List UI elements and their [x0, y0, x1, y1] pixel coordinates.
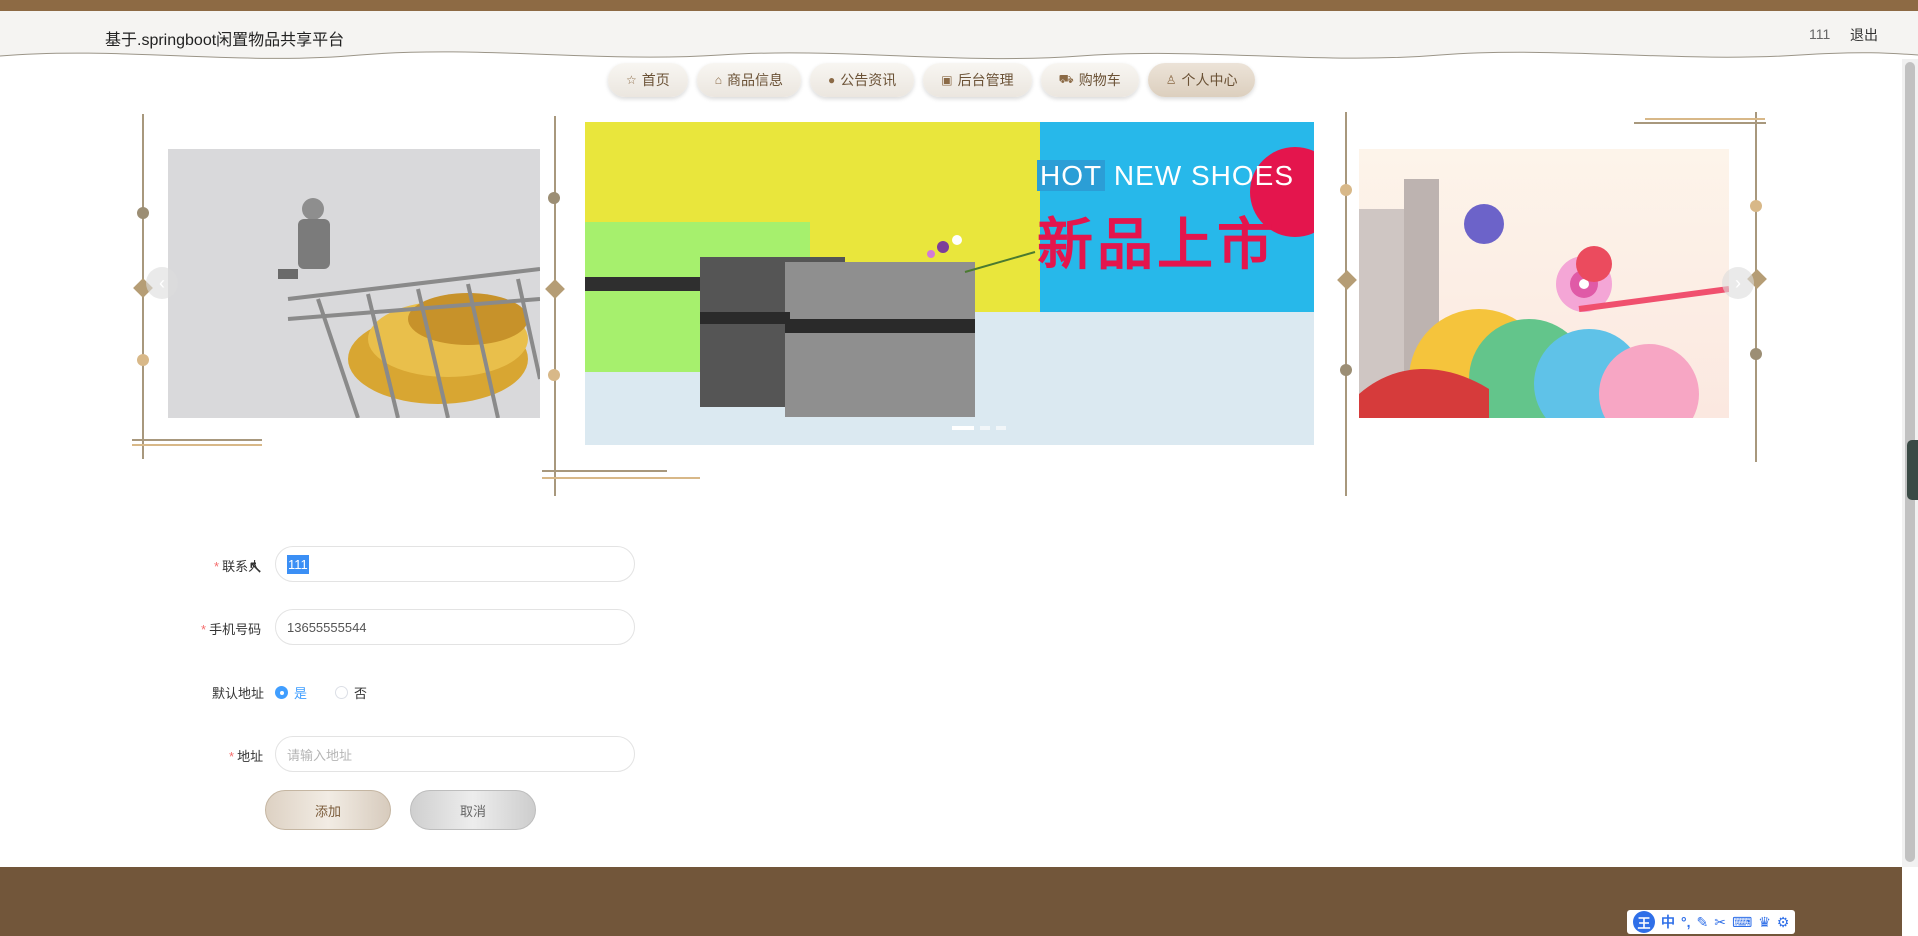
header-username: 111	[1809, 26, 1831, 42]
carousel-prev-button[interactable]: ‹	[146, 267, 178, 299]
nav-item-admin[interactable]: ▣ 后台管理	[923, 63, 1032, 97]
balloons-city-illustration	[1359, 179, 1729, 418]
frame-line	[132, 444, 262, 446]
main-nav: ☆ 首页 ⌂ 商品信息 ● 公告资讯 ▣ 后台管理 ⛟ 购物车 ♙ 个人中心	[608, 63, 1256, 97]
nav-item-news[interactable]: ● 公告资讯	[810, 63, 915, 97]
frame-line	[554, 116, 556, 496]
bag-icon: ⌂	[714, 73, 723, 87]
nav-item-label: 首页	[641, 72, 670, 88]
radio-checked-icon	[275, 686, 288, 699]
frame-dot	[137, 354, 149, 366]
radio-no-label: 否	[354, 686, 368, 701]
default-address-label: 默认地址	[212, 686, 265, 701]
address-placeholder: 请输入地址	[287, 747, 353, 763]
frame-line	[1634, 122, 1766, 124]
nav-item-home[interactable]: ☆ 首页	[608, 63, 688, 97]
carousel-indicator[interactable]	[980, 426, 990, 430]
radio-unchecked-icon	[335, 686, 348, 699]
slide-image-coins-cart[interactable]	[168, 149, 540, 418]
frame-dot	[137, 207, 149, 219]
top-stripe	[0, 0, 1918, 11]
banner-carousel: HOT NEW SHOES 新品上市 ‹ ›	[0, 108, 1918, 498]
mouse-cursor-icon: ↖	[248, 557, 264, 577]
ime-logo-icon[interactable]: 王	[1633, 911, 1655, 933]
carousel-indicator[interactable]	[996, 426, 1006, 430]
frame-dot	[548, 369, 560, 381]
address-label: * 地址	[229, 746, 263, 765]
chevron-right-icon: ›	[1735, 272, 1741, 293]
footer	[0, 867, 1902, 936]
keyboard-icon[interactable]: ⌨	[1732, 914, 1752, 931]
required-mark: *	[229, 749, 235, 764]
frame-dot	[1340, 364, 1352, 376]
add-button[interactable]: 添加	[265, 790, 391, 830]
punctuation-icon[interactable]: °,	[1681, 914, 1691, 930]
address-label-text: 地址	[237, 749, 264, 764]
frame-line	[1645, 118, 1765, 120]
contact-input[interactable]: 111	[275, 546, 635, 582]
nav-item-products[interactable]: ⌂ 商品信息	[696, 63, 802, 97]
info-icon: ●	[828, 73, 836, 87]
star-icon: ☆	[626, 73, 637, 87]
promo-shoes-text: NEW SHOES	[1113, 160, 1295, 191]
scissors-icon[interactable]: ✂	[1714, 914, 1726, 931]
nav-item-label: 商品信息	[727, 72, 784, 88]
phone-label-text: 手机号码	[209, 622, 262, 637]
phone-label: * 手机号码	[201, 619, 261, 638]
frame-line	[542, 477, 700, 479]
frame-line	[542, 470, 667, 472]
nav-item-cart[interactable]: ⛟ 购物车	[1040, 63, 1139, 97]
nav-item-label: 公告资讯	[840, 72, 897, 88]
nav-item-label: 个人中心	[1181, 72, 1238, 88]
phone-input[interactable]: 13655555544	[275, 609, 635, 645]
frame-diamond	[545, 279, 565, 299]
contact-input-value: 111	[287, 554, 309, 574]
carousel-next-button[interactable]: ›	[1722, 267, 1754, 299]
cancel-button[interactable]: 取消	[410, 790, 536, 830]
carousel-indicator[interactable]	[952, 426, 974, 430]
side-widget-tab[interactable]	[1907, 440, 1918, 500]
promo-hot-text: HOT	[1037, 160, 1106, 191]
site-title: 基于.springboot闲置物品共享平台	[105, 32, 345, 49]
skin-icon[interactable]: ♛	[1758, 914, 1771, 931]
radio-yes-label: 是	[294, 686, 308, 701]
frame-dot	[548, 192, 560, 204]
slide-image-balloons-city[interactable]	[1359, 149, 1729, 418]
coins-cart-illustration	[168, 149, 540, 418]
promo-cn-text: 新品上市	[1037, 212, 1277, 278]
nav-item-label: 购物车	[1078, 72, 1121, 88]
briefcase-icon: ▣	[941, 73, 953, 87]
promo-headline: HOT NEW SHOES	[1037, 160, 1294, 192]
required-mark: *	[201, 622, 207, 637]
cart-icon: ⛟	[1058, 72, 1074, 86]
phone-input-value: 13655555544	[287, 619, 367, 635]
carousel-indicators	[952, 426, 1006, 430]
nav-item-personal-center[interactable]: ♙ 个人中心	[1147, 63, 1256, 97]
required-mark: *	[214, 559, 220, 574]
frame-line	[132, 439, 262, 441]
frame-line	[1345, 112, 1347, 496]
logout-link[interactable]: 退出	[1850, 25, 1878, 45]
slide-image-new-arrivals[interactable]: HOT NEW SHOES 新品上市	[585, 122, 1314, 445]
default-address-no-radio[interactable]: 否	[335, 683, 367, 702]
pen-icon[interactable]: ✎	[1697, 914, 1709, 931]
frame-diamond	[1337, 270, 1357, 290]
default-address-yes-radio[interactable]: 是	[275, 683, 307, 702]
chevron-left-icon: ‹	[159, 272, 165, 293]
ime-language-toggle[interactable]: 中	[1661, 912, 1675, 932]
frame-dot	[1750, 200, 1762, 212]
frame-dot	[1750, 348, 1762, 360]
gear-icon[interactable]: ⚙	[1777, 914, 1790, 931]
address-input[interactable]: 请输入地址	[275, 736, 635, 772]
nav-item-label: 后台管理	[957, 72, 1014, 88]
ime-toolbar: 王 中 °, ✎ ✂ ⌨ ♛ ⚙	[1627, 910, 1796, 934]
user-icon: ♙	[1165, 73, 1177, 87]
frame-dot	[1340, 184, 1352, 196]
